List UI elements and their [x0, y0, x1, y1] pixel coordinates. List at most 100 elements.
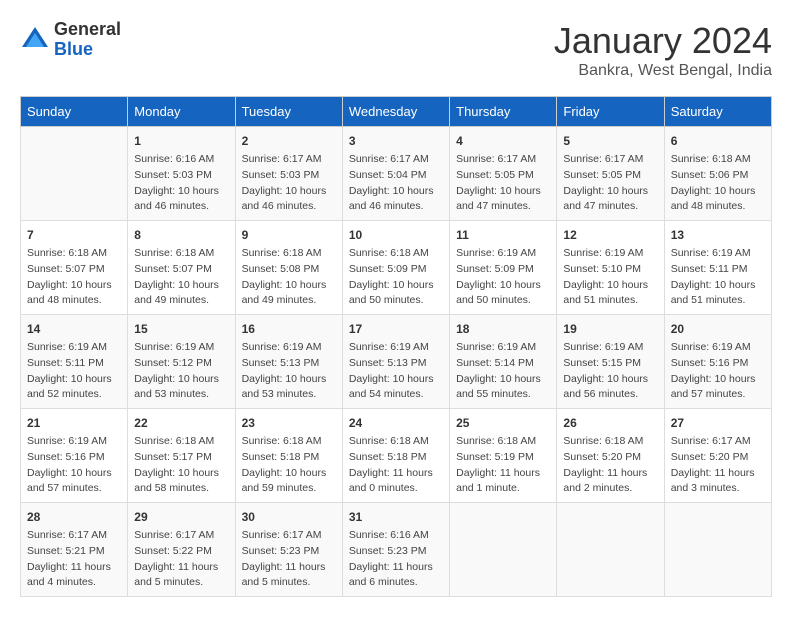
- calendar-cell: [664, 503, 771, 597]
- calendar-cell: 25Sunrise: 6:18 AMSunset: 5:19 PMDayligh…: [450, 409, 557, 503]
- day-info: Sunset: 5:11 PM: [671, 262, 765, 278]
- day-info: Daylight: 11 hours: [349, 560, 443, 576]
- day-number: 16: [242, 320, 336, 338]
- calendar-cell: 5Sunrise: 6:17 AMSunset: 5:05 PMDaylight…: [557, 127, 664, 221]
- logo-icon: [20, 25, 50, 55]
- day-number: 25: [456, 414, 550, 432]
- day-info: Daylight: 11 hours: [134, 560, 228, 576]
- day-info: Daylight: 10 hours: [456, 278, 550, 294]
- day-info: Sunset: 5:19 PM: [456, 450, 550, 466]
- day-info: Sunset: 5:22 PM: [134, 544, 228, 560]
- day-info: Sunrise: 6:17 AM: [671, 434, 765, 450]
- day-info: Daylight: 10 hours: [134, 372, 228, 388]
- day-number: 12: [563, 226, 657, 244]
- day-info: Daylight: 10 hours: [134, 184, 228, 200]
- main-title: January 2024: [554, 20, 772, 62]
- day-info: Sunset: 5:09 PM: [349, 262, 443, 278]
- day-info: Daylight: 10 hours: [242, 278, 336, 294]
- day-info: and 54 minutes.: [349, 387, 443, 403]
- day-number: 17: [349, 320, 443, 338]
- day-info: Sunrise: 6:18 AM: [134, 434, 228, 450]
- header-tuesday: Tuesday: [235, 97, 342, 127]
- calendar-cell: 10Sunrise: 6:18 AMSunset: 5:09 PMDayligh…: [342, 221, 449, 315]
- header-thursday: Thursday: [450, 97, 557, 127]
- day-info: Sunset: 5:07 PM: [134, 262, 228, 278]
- week-row-5: 28Sunrise: 6:17 AMSunset: 5:21 PMDayligh…: [21, 503, 772, 597]
- day-number: 13: [671, 226, 765, 244]
- calendar-body: 1Sunrise: 6:16 AMSunset: 5:03 PMDaylight…: [21, 127, 772, 597]
- calendar-cell: [557, 503, 664, 597]
- day-info: and 56 minutes.: [563, 387, 657, 403]
- day-info: Daylight: 10 hours: [349, 372, 443, 388]
- day-info: Daylight: 10 hours: [27, 466, 121, 482]
- day-info: and 2 minutes.: [563, 481, 657, 497]
- day-info: Sunrise: 6:17 AM: [563, 152, 657, 168]
- day-info: Sunrise: 6:18 AM: [134, 246, 228, 262]
- day-info: Sunset: 5:20 PM: [563, 450, 657, 466]
- day-info: Daylight: 10 hours: [134, 466, 228, 482]
- day-info: Sunrise: 6:18 AM: [349, 434, 443, 450]
- title-section: January 2024 Bankra, West Bengal, India: [554, 20, 772, 80]
- day-info: and 46 minutes.: [134, 199, 228, 215]
- day-info: Daylight: 11 hours: [242, 560, 336, 576]
- day-number: 31: [349, 508, 443, 526]
- day-info: Daylight: 10 hours: [242, 466, 336, 482]
- calendar-cell: 28Sunrise: 6:17 AMSunset: 5:21 PMDayligh…: [21, 503, 128, 597]
- day-number: 10: [349, 226, 443, 244]
- day-info: and 53 minutes.: [242, 387, 336, 403]
- day-info: Sunrise: 6:18 AM: [27, 246, 121, 262]
- day-info: Sunrise: 6:16 AM: [134, 152, 228, 168]
- calendar-cell: 2Sunrise: 6:17 AMSunset: 5:03 PMDaylight…: [235, 127, 342, 221]
- logo: General Blue: [20, 20, 121, 60]
- day-number: 23: [242, 414, 336, 432]
- day-number: 4: [456, 132, 550, 150]
- day-info: Sunrise: 6:17 AM: [242, 152, 336, 168]
- day-info: and 48 minutes.: [671, 199, 765, 215]
- day-info: and 53 minutes.: [134, 387, 228, 403]
- day-number: 1: [134, 132, 228, 150]
- day-info: Daylight: 10 hours: [563, 184, 657, 200]
- day-info: Sunrise: 6:18 AM: [242, 434, 336, 450]
- day-info: and 47 minutes.: [563, 199, 657, 215]
- calendar-cell: 11 Sunrise: 6:19 AMSunset: 5:09 PMDayligh…: [450, 221, 557, 315]
- day-info: Sunset: 5:18 PM: [349, 450, 443, 466]
- day-info: Sunset: 5:20 PM: [671, 450, 765, 466]
- week-row-4: 21Sunrise: 6:19 AMSunset: 5:16 PMDayligh…: [21, 409, 772, 503]
- day-number: 11: [456, 226, 550, 244]
- day-info: Sunset: 5:23 PM: [349, 544, 443, 560]
- day-info: Sunrise: 6:19 AM: [671, 246, 765, 262]
- day-info: Sunrise: 6:17 AM: [456, 152, 550, 168]
- day-info: Sunset: 5:09 PM: [456, 262, 550, 278]
- day-info: Sunset: 5:16 PM: [27, 450, 121, 466]
- day-info: Sunset: 5:13 PM: [242, 356, 336, 372]
- day-info: and 55 minutes.: [456, 387, 550, 403]
- day-info: Sunrise: 6:19 AM: [671, 340, 765, 356]
- day-info: Sunrise: 6:18 AM: [671, 152, 765, 168]
- day-info: Sunset: 5:15 PM: [563, 356, 657, 372]
- day-number: 30: [242, 508, 336, 526]
- day-info: Daylight: 10 hours: [349, 278, 443, 294]
- day-number: 20: [671, 320, 765, 338]
- day-info: Daylight: 10 hours: [242, 372, 336, 388]
- day-number: 22: [134, 414, 228, 432]
- day-info: Daylight: 11 hours: [349, 466, 443, 482]
- day-info: Daylight: 11 hours: [671, 466, 765, 482]
- header-saturday: Saturday: [664, 97, 771, 127]
- day-info: Sunrise: 6:19 AM: [456, 246, 550, 262]
- logo-text: General Blue: [54, 20, 121, 60]
- day-info: and 46 minutes.: [242, 199, 336, 215]
- day-info: Sunrise: 6:19 AM: [349, 340, 443, 356]
- day-info: Sunset: 5:04 PM: [349, 168, 443, 184]
- day-info: and 50 minutes.: [456, 293, 550, 309]
- logo-general: General: [54, 20, 121, 40]
- day-info: Sunset: 5:21 PM: [27, 544, 121, 560]
- day-info: Sunset: 5:10 PM: [563, 262, 657, 278]
- calendar-cell: 7Sunrise: 6:18 AMSunset: 5:07 PMDaylight…: [21, 221, 128, 315]
- day-info: and 51 minutes.: [563, 293, 657, 309]
- day-info: Sunrise: 6:18 AM: [456, 434, 550, 450]
- day-info: Sunset: 5:13 PM: [349, 356, 443, 372]
- day-info: Sunrise: 6:19 AM: [27, 340, 121, 356]
- calendar-cell: [21, 127, 128, 221]
- calendar-cell: 30Sunrise: 6:17 AMSunset: 5:23 PMDayligh…: [235, 503, 342, 597]
- day-info: Sunrise: 6:18 AM: [242, 246, 336, 262]
